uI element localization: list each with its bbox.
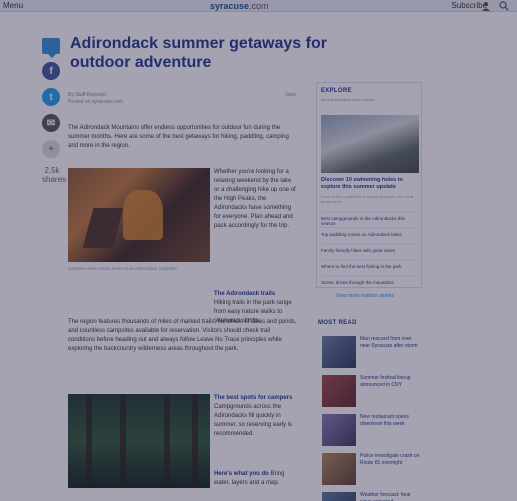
search-icon[interactable] bbox=[499, 1, 509, 11]
email-share-icon[interactable]: ✉ bbox=[42, 114, 60, 132]
related-link[interactable]: Family friendly hikes with great views bbox=[321, 243, 419, 259]
paragraph-side-3: The best spots for campers Campgrounds ac… bbox=[214, 394, 298, 439]
paragraph-side-1: Whether you're looking for a relaxing we… bbox=[214, 169, 296, 229]
explore-sidebar: EXPLORE More Adirondack travel stories D… bbox=[316, 82, 422, 288]
feature-thumbnail[interactable] bbox=[321, 115, 419, 173]
related-link[interactable]: Where to find the best fishing in the pa… bbox=[321, 259, 419, 275]
byline-sub: Posted on syracuse.com bbox=[68, 99, 123, 105]
most-read-headline: New restaurant opens downtown this week bbox=[360, 414, 409, 427]
site-logo[interactable]: syracuse.com bbox=[210, 1, 269, 11]
related-link[interactable]: Best campgrounds in the Adirondacks this… bbox=[321, 211, 419, 227]
paragraph-side-3-body: Campgrounds across the Adirondacks fill … bbox=[214, 404, 293, 437]
brand-name: syracuse bbox=[210, 1, 250, 11]
view-more-link[interactable]: View more outdoor stories bbox=[336, 293, 394, 299]
article-lede: The Adirondack Mountains offer endless o… bbox=[68, 125, 289, 149]
photo-caption: Campers relax inside a tent at an Adiron… bbox=[68, 266, 179, 271]
publish-date: June bbox=[285, 92, 296, 98]
most-read-item[interactable]: Weather forecast: heat wave expected bbox=[322, 492, 422, 501]
tree-trunk bbox=[192, 394, 198, 488]
article-photo-tent[interactable] bbox=[68, 168, 210, 262]
share-count: 2.5k shares bbox=[42, 166, 67, 184]
tree-trunk bbox=[164, 394, 170, 488]
most-read-item[interactable]: Man rescued from river near Syracuse aft… bbox=[322, 336, 422, 370]
brand-suffix: .com bbox=[249, 1, 269, 11]
explore-subtitle: More Adirondack travel stories bbox=[321, 97, 375, 102]
tree-trunk bbox=[120, 394, 126, 488]
author-name[interactable]: By Staff Reporter bbox=[68, 92, 296, 99]
comments-icon[interactable] bbox=[42, 38, 60, 58]
paragraph-side-4: Here's what you do Bring water, layers a… bbox=[214, 470, 298, 488]
most-read-thumbnail bbox=[322, 336, 356, 368]
top-navigation-bar: Menu syracuse.com Subscribe bbox=[0, 0, 517, 12]
most-read-headline: Man rescued from river near Syracuse aft… bbox=[360, 336, 418, 349]
most-read-headline: Summer festival lineup announced in CNY bbox=[360, 375, 411, 388]
article-headline: Adirondack summer getaways for outdoor a… bbox=[70, 35, 327, 71]
facebook-share-icon[interactable]: f bbox=[42, 62, 60, 80]
most-read-thumbnail bbox=[322, 375, 356, 407]
subhead-what-to-do: Here's what you do bbox=[214, 471, 269, 477]
most-read-thumbnail bbox=[322, 414, 356, 446]
article-photo-forest[interactable] bbox=[68, 394, 210, 488]
byline: By Staff Reporter Posted on syracuse.com… bbox=[68, 92, 296, 106]
most-read-item[interactable]: New restaurant opens downtown this week bbox=[322, 414, 422, 448]
most-read-item[interactable]: Police investigate crash on Route 81 ove… bbox=[322, 453, 422, 487]
most-read-headline: Police investigate crash on Route 81 ove… bbox=[360, 453, 420, 466]
paragraph-full-1: The region features thousands of miles o… bbox=[68, 319, 297, 352]
related-links: Best campgrounds in the Adirondacks this… bbox=[321, 211, 419, 291]
share-rail: f t ✉ + 2.5k shares bbox=[42, 38, 67, 184]
subhead-campers: The best spots for campers bbox=[214, 395, 293, 401]
most-read-thumbnail bbox=[322, 453, 356, 485]
more-share-icon[interactable]: + bbox=[42, 140, 60, 158]
explore-title: EXPLORE bbox=[321, 88, 352, 94]
figure-shape bbox=[82, 208, 124, 248]
related-link[interactable]: Scenic drives through the mountains bbox=[321, 275, 419, 291]
user-icon[interactable] bbox=[481, 1, 491, 11]
menu-link[interactable]: Menu bbox=[3, 1, 23, 10]
tent-shape bbox=[123, 190, 163, 240]
most-read-thumbnail bbox=[322, 492, 356, 501]
most-read-title: MOST READ bbox=[318, 320, 357, 326]
most-read-item[interactable]: Summer festival lineup announced in CNY bbox=[322, 375, 422, 409]
share-count-label: shares bbox=[42, 175, 67, 184]
share-count-value: 2.5k bbox=[44, 166, 60, 175]
article-page: Menu syracuse.com Subscribe f t ✉ + 2.5k… bbox=[0, 0, 517, 501]
twitter-share-icon[interactable]: t bbox=[42, 88, 60, 106]
most-read-headline: Weather forecast: heat wave expected bbox=[360, 492, 411, 501]
related-link[interactable]: Top paddling routes on Adirondack lakes bbox=[321, 227, 419, 243]
tree-trunk bbox=[86, 394, 92, 488]
feature-link[interactable]: Discover 10 swimming holes to explore th… bbox=[321, 177, 419, 191]
feature-summary: From hidden waterfalls to sandy beaches,… bbox=[321, 194, 414, 204]
subhead-trails: The Adirondack trails bbox=[214, 291, 276, 297]
